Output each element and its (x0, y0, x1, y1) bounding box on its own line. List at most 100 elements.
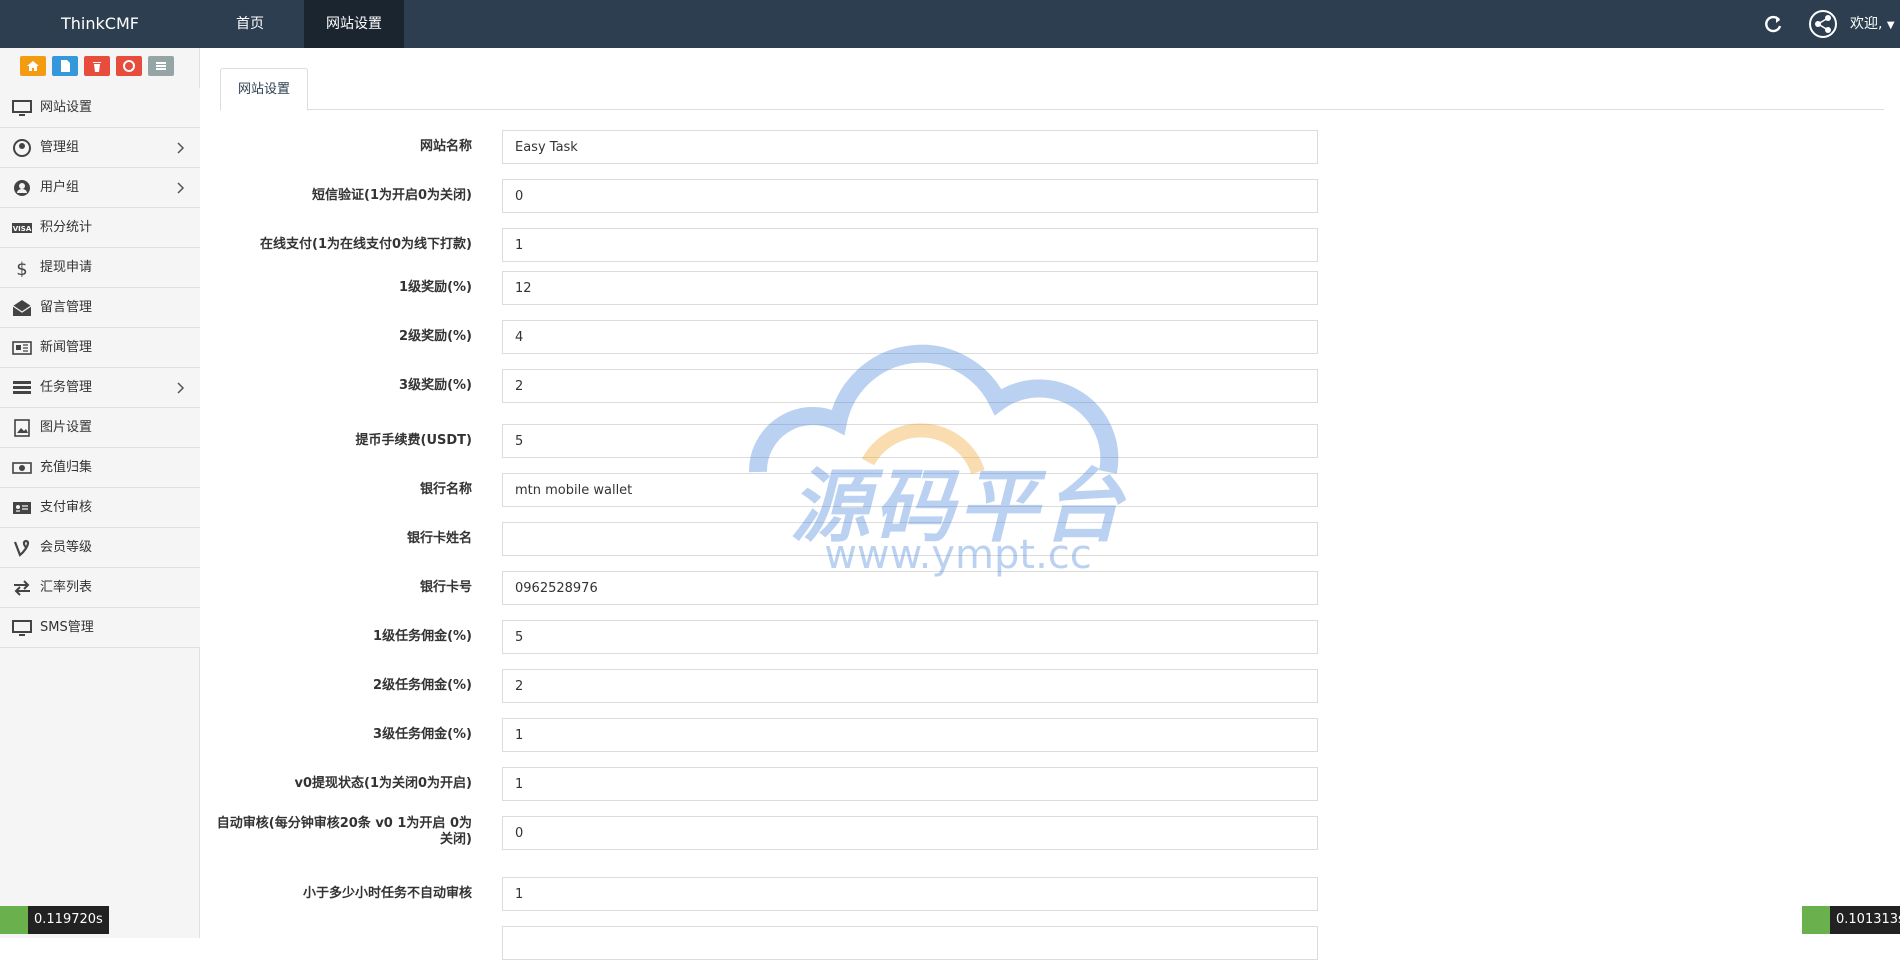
sidebar-item-label: 网站设置 (40, 100, 93, 115)
sidebar-item-label: 管理组 (40, 140, 80, 155)
sidebar-item-site-settings[interactable]: 网站设置 (0, 88, 200, 128)
sidebar-item-label: 支付审核 (40, 500, 93, 515)
list-icon (156, 62, 166, 70)
recycle-shortcut-button[interactable] (116, 56, 142, 76)
field-label: 1级奖励(%) (399, 280, 472, 295)
sidebar-item-label: 留言管理 (40, 300, 93, 315)
nav-site-settings[interactable]: 网站设置 (304, 0, 404, 48)
money-icon (12, 462, 32, 474)
sidebar: 网站设置 管理组 用户组 VISA 积分统计 $ 提现申请 留言管理 新闻管理 (0, 48, 200, 938)
exchange-icon (14, 580, 30, 596)
level1-reward-field[interactable] (502, 271, 1318, 305)
welcome-dropdown[interactable]: 欢迎, ▼ (1850, 0, 1895, 48)
sidebar-item-label: 新闻管理 (40, 340, 93, 355)
field-label: 银行名称 (419, 482, 472, 497)
field-label: 银行卡姓名 (406, 531, 472, 546)
top-navbar: ThinkCMF 首页 网站设置 欢迎, ▼ (0, 0, 1900, 48)
id-card-icon (13, 502, 31, 514)
sidebar-menu: 网站设置 管理组 用户组 VISA 积分统计 $ 提现申请 留言管理 新闻管理 (0, 88, 200, 648)
field-label: 小于多少小时任务不自动审核 (302, 886, 472, 901)
sidebar-item-exchange-rates[interactable]: 汇率列表 (0, 568, 200, 608)
monitor-icon (12, 620, 32, 636)
field-label: 自动审核(每分钟审核20条 v0 1为开启 0为关闭) (216, 816, 472, 847)
next-field[interactable] (502, 926, 1318, 960)
sidebar-item-tasks[interactable]: 任务管理 (0, 368, 200, 408)
sidebar-item-label: 积分统计 (40, 220, 93, 235)
auto-review-field[interactable] (502, 816, 1318, 850)
sidebar-item-news[interactable]: 新闻管理 (0, 328, 200, 368)
sidebar-item-label: 会员等级 (40, 540, 93, 555)
bank-name-field[interactable] (502, 473, 1318, 507)
svg-text:VISA: VISA (13, 225, 32, 233)
leaf-icon (0, 906, 28, 934)
timer-badge-right: 0.101313s (1802, 906, 1900, 934)
user-circle-icon (13, 139, 31, 157)
caret-down-icon: ▼ (1886, 20, 1895, 31)
sidebar-item-admin-group[interactable]: 管理组 (0, 128, 200, 168)
level2-commission-field[interactable] (502, 669, 1318, 703)
level3-reward-field[interactable] (502, 369, 1318, 403)
home-icon (27, 61, 39, 71)
visa-icon: VISA (12, 223, 32, 233)
field-label: 在线支付(1为在线支付0为线下打款) (260, 237, 472, 252)
sidebar-item-label: 任务管理 (40, 380, 93, 395)
sidebar-item-member-level[interactable]: 会员等级 (0, 528, 200, 568)
dollar-icon: $ (16, 259, 27, 277)
timer-value: 0.119720s (34, 912, 103, 927)
field-label: 网站名称 (419, 139, 472, 154)
field-label: 2级任务佣金(%) (373, 678, 472, 693)
chevron-right-icon (177, 142, 185, 154)
sidebar-item-messages[interactable]: 留言管理 (0, 288, 200, 328)
review-hours-field[interactable] (502, 877, 1318, 911)
field-label: 3级奖励(%) (399, 378, 472, 393)
tasks-icon (13, 381, 31, 394)
site-name-field[interactable] (502, 130, 1318, 164)
share-avatar-icon[interactable] (1808, 9, 1838, 39)
field-label: 短信验证(1为开启0为关闭) (312, 188, 472, 203)
monitor-icon (12, 100, 32, 116)
level1-commission-field[interactable] (502, 620, 1318, 654)
card-holder-field[interactable] (502, 522, 1318, 556)
timer-badge-left: 0.119720s (0, 906, 109, 934)
nav-home[interactable]: 首页 (210, 0, 290, 48)
level3-commission-field[interactable] (502, 718, 1318, 752)
sidebar-item-withdraw[interactable]: $ 提现申请 (0, 248, 200, 288)
sidebar-item-label: 充值归集 (40, 460, 93, 475)
list-shortcut-button[interactable] (148, 56, 174, 76)
field-label: 1级任务佣金(%) (373, 629, 472, 644)
home-shortcut-button[interactable] (20, 56, 46, 76)
field-label: 3级任务佣金(%) (373, 727, 472, 742)
sidebar-item-label: SMS管理 (40, 620, 94, 635)
field-label: 银行卡号 (419, 580, 472, 595)
envelope-open-icon (12, 300, 32, 316)
tab-site-settings[interactable]: 网站设置 (220, 68, 308, 111)
svg-text:$: $ (16, 259, 27, 277)
vine-icon (13, 539, 30, 557)
level2-reward-field[interactable] (502, 320, 1318, 354)
v0-withdraw-status-field[interactable] (502, 767, 1318, 801)
brand-logo[interactable]: ThinkCMF (0, 0, 200, 48)
sidebar-item-label: 汇率列表 (40, 580, 93, 595)
sidebar-item-user-group[interactable]: 用户组 (0, 168, 200, 208)
sidebar-item-points-stats[interactable]: VISA 积分统计 (0, 208, 200, 248)
image-icon (14, 419, 30, 437)
sidebar-item-label: 提现申请 (40, 260, 93, 275)
main-content: 网站设置 网站名称 短信验证(1为开启0为关闭) 在线支付(1为在线支付0为线下… (200, 48, 1900, 960)
withdraw-fee-field[interactable] (502, 424, 1318, 458)
card-number-field[interactable] (502, 571, 1318, 605)
sidebar-item-images[interactable]: 图片设置 (0, 408, 200, 448)
page-shortcut-button[interactable] (52, 56, 78, 76)
refresh-icon[interactable] (1762, 13, 1784, 35)
content-tabs: 网站设置 (220, 68, 1884, 111)
sidebar-item-recharge[interactable]: 充值归集 (0, 448, 200, 488)
recycle-icon (123, 60, 135, 72)
online-pay-field[interactable] (502, 228, 1318, 262)
trash-icon (93, 62, 101, 72)
chevron-right-icon (177, 382, 185, 394)
sms-verify-field[interactable] (502, 179, 1318, 213)
sidebar-item-sms[interactable]: SMS管理 (0, 608, 200, 648)
delete-shortcut-button[interactable] (84, 56, 110, 76)
field-label: v0提现状态(1为关闭0为开启) (294, 776, 473, 791)
sidebar-item-payment-review[interactable]: 支付审核 (0, 488, 200, 528)
field-label: 2级奖励(%) (399, 329, 472, 344)
